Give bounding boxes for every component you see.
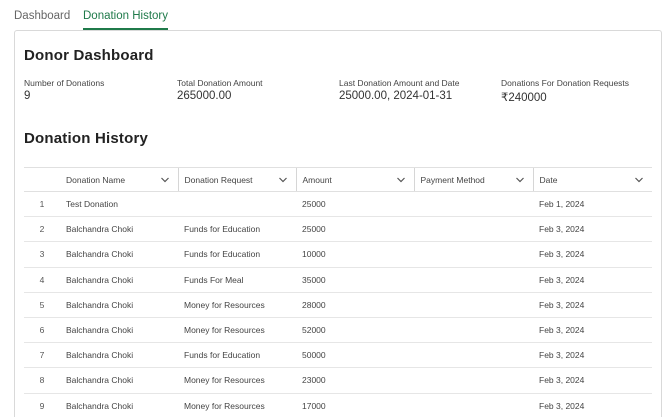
cell-donation-name: Balchandra Choki [60, 241, 178, 268]
cell-donation-name: Balchandra Choki [60, 367, 178, 394]
table-header-row: Donation Name Donation Request Amount Pa… [24, 167, 652, 192]
cell-date: Feb 3, 2024 [533, 367, 652, 394]
cell-date: Feb 3, 2024 [533, 342, 652, 369]
cell-payment-method [414, 267, 533, 293]
donor-panel: Donor Dashboard Number of Donations 9 To… [14, 30, 662, 417]
chevron-down-icon[interactable] [278, 175, 288, 185]
tab-bar: Dashboard Donation History [0, 0, 672, 30]
row-index: 5 [24, 292, 60, 318]
donation-history-table: Donation Name Donation Request Amount Pa… [24, 167, 652, 417]
cell-date: Feb 3, 2024 [533, 241, 652, 268]
cell-donation-request: Money for Resources [178, 317, 296, 344]
cell-donation-request: Money for Resources [178, 367, 296, 394]
cell-payment-method [414, 393, 533, 417]
cell-amount: 23000 [296, 367, 414, 394]
column-header-date[interactable]: Date [532, 167, 652, 192]
row-index: 8 [24, 367, 60, 394]
cell-date: Feb 1, 2024 [533, 191, 652, 218]
cell-donation-name: Balchandra Choki [60, 342, 178, 369]
cell-donation-request: Money for Resources [178, 292, 296, 318]
chevron-down-icon[interactable] [515, 175, 525, 185]
cell-payment-method [414, 342, 533, 369]
history-title: Donation History [24, 130, 149, 147]
tab-dashboard[interactable]: Dashboard [14, 8, 70, 28]
column-label: Payment Method [420, 175, 485, 185]
table-row[interactable]: 5 Balchandra Choki Money for Resources 2800… [24, 292, 652, 318]
column-header-payment-method[interactable]: Payment Method [413, 167, 533, 192]
cell-donation-request: Funds for Education [178, 216, 296, 243]
cell-payment-method [414, 367, 533, 394]
dashboard-title: Donor Dashboard [24, 47, 154, 64]
table-row[interactable]: 9 Balchandra Choki Money for Resources 1700… [24, 393, 652, 417]
column-label: Donation Request [184, 175, 253, 185]
row-index: 4 [24, 267, 60, 293]
cell-amount: 52000 [296, 317, 414, 344]
cell-amount: 28000 [296, 292, 414, 318]
cell-payment-method [414, 292, 533, 318]
cell-payment-method [414, 241, 533, 268]
cell-donation-name: Balchandra Choki [60, 267, 178, 293]
stat-label-last-donation: Last Donation Amount and Date [339, 78, 460, 88]
column-header-donation-request[interactable]: Donation Request [177, 167, 296, 192]
cell-amount: 25000 [296, 191, 414, 218]
cell-donation-request [178, 191, 296, 218]
cell-donation-request: Funds for Education [178, 342, 296, 369]
cell-amount: 35000 [296, 267, 414, 293]
table-row[interactable]: 1 Test Donation 25000 Feb 1, 2024 [24, 191, 652, 218]
cell-date: Feb 3, 2024 [533, 216, 652, 243]
cell-payment-method [414, 317, 533, 344]
column-header-donation-name[interactable]: Donation Name [60, 167, 178, 192]
chevron-down-icon[interactable] [396, 175, 406, 185]
column-label: Amount [302, 175, 332, 185]
table-row[interactable]: 3 Balchandra Choki Funds for Education 1000… [24, 241, 652, 268]
cell-donation-name: Test Donation [60, 191, 178, 218]
cell-donation-request: Funds For Meal [178, 267, 296, 293]
cell-amount: 25000 [296, 216, 414, 243]
cell-payment-method [414, 216, 533, 243]
row-index: 3 [24, 241, 60, 268]
row-index: 7 [24, 342, 60, 369]
cell-date: Feb 3, 2024 [533, 393, 652, 417]
chevron-down-icon[interactable] [634, 175, 644, 185]
column-label: Date [539, 175, 558, 185]
stat-value-last-donation: 25000.00, 2024-01-31 [339, 90, 453, 102]
table-row[interactable]: 4 Balchandra Choki Funds For Meal 35000 Feb … [24, 267, 652, 293]
cell-donation-name: Balchandra Choki [60, 292, 178, 318]
stat-label-total-amount: Total Donation Amount [177, 78, 263, 88]
cell-date: Feb 3, 2024 [533, 267, 652, 293]
column-label: Donation Name [66, 175, 126, 185]
cell-donation-name: Balchandra Choki [60, 393, 178, 417]
cell-donation-name: Balchandra Choki [60, 216, 178, 243]
row-index: 1 [24, 191, 60, 218]
column-header-index [24, 167, 60, 192]
cell-donation-name: Balchandra Choki [60, 317, 178, 344]
row-index: 9 [24, 393, 60, 417]
cell-date: Feb 3, 2024 [533, 317, 652, 344]
stat-value-donation-count: 9 [24, 90, 31, 102]
cell-date: Feb 3, 2024 [533, 292, 652, 318]
stat-value-total-amount: 265000.00 [177, 90, 232, 102]
table-row[interactable]: 2 Balchandra Choki Funds for Education 2500… [24, 216, 652, 243]
stat-label-request-donations: Donations For Donation Requests [501, 78, 630, 88]
cell-amount: 17000 [296, 393, 414, 417]
cell-donation-request: Funds for Education [178, 241, 296, 268]
table-row[interactable]: 6 Balchandra Choki Money for Resources 5200… [24, 317, 652, 344]
row-index: 2 [24, 216, 60, 243]
row-index: 6 [24, 317, 60, 344]
stat-value-request-donations: ₹240000 [501, 92, 547, 104]
table-row[interactable]: 8 Balchandra Choki Money for Resources 2300… [24, 367, 652, 394]
cell-amount: 50000 [296, 342, 414, 369]
table-row[interactable]: 7 Balchandra Choki Funds for Education 5000… [24, 342, 652, 369]
stat-label-donation-count: Number of Donations [24, 78, 105, 88]
tab-donation-history[interactable]: Donation History [83, 8, 169, 30]
cell-payment-method [414, 191, 533, 218]
chevron-down-icon[interactable] [160, 175, 170, 185]
cell-amount: 10000 [296, 241, 414, 268]
column-header-amount[interactable]: Amount [295, 167, 414, 192]
cell-donation-request: Money for Resources [178, 393, 296, 417]
